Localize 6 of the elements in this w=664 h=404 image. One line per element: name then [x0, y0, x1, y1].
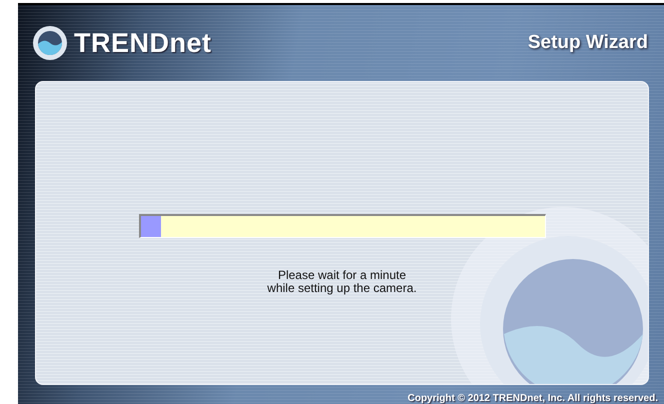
logo-icon: [32, 25, 68, 61]
status-message: Please wait for a minute: [276, 269, 408, 282]
wizard-title: Setup Wizard: [528, 32, 648, 54]
status-message: while setting up the camera.: [267, 282, 417, 295]
copyright-text: Copyright © 2012 TRENDnet, Inc. All rights reserved.: [408, 393, 658, 404]
brand-name: TRENDnet: [74, 28, 212, 58]
